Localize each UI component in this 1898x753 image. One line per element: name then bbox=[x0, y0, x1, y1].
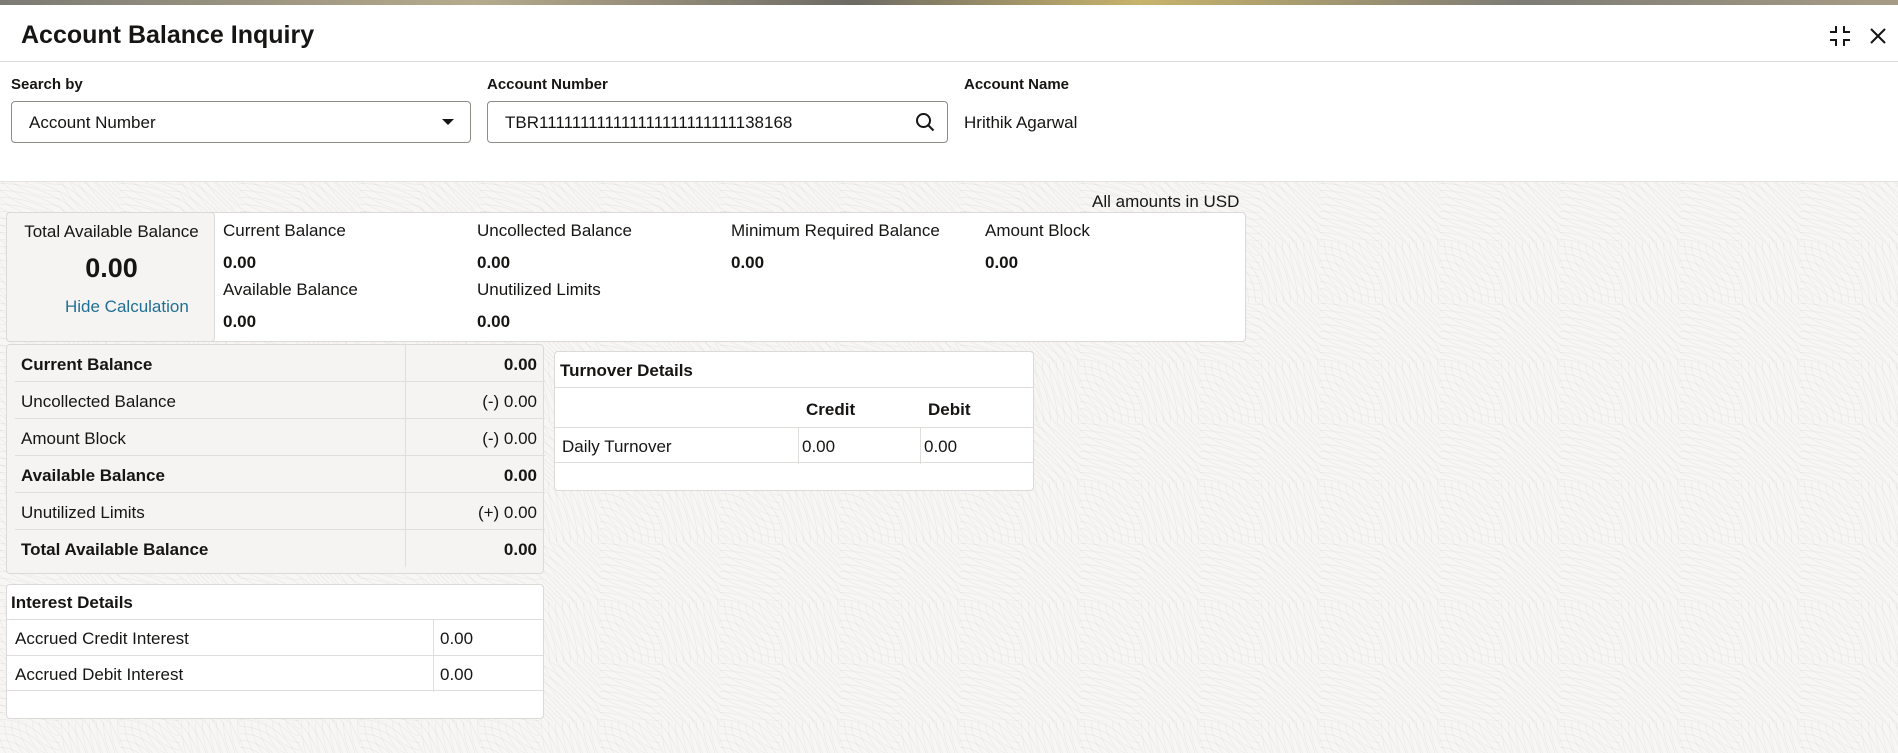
total-available-balance-value: 0.00 bbox=[85, 253, 138, 283]
search-by-value: Account Number bbox=[29, 113, 156, 132]
column-divider bbox=[405, 345, 406, 382]
summary-label: Amount Block bbox=[985, 221, 1090, 240]
table-row: Amount Block (-) 0.00 bbox=[15, 419, 545, 456]
table-row: Accrued Debit Interest 0.00 bbox=[7, 655, 543, 692]
column-header-debit: Debit bbox=[928, 400, 971, 419]
row-label: Accrued Credit Interest bbox=[15, 629, 189, 648]
column-divider bbox=[405, 456, 406, 493]
row-value: 0.00 bbox=[503, 355, 537, 374]
row-value: 0.00 bbox=[503, 466, 537, 485]
table-row: Current Balance 0.00 bbox=[15, 345, 545, 382]
account-name-value: Hrithik Agarwal bbox=[964, 113, 1078, 132]
row-label: Accrued Debit Interest bbox=[15, 665, 184, 684]
row-label: Current Balance bbox=[21, 355, 153, 374]
column-divider bbox=[433, 656, 434, 692]
summary-value: 0.00 bbox=[223, 253, 257, 272]
summary-label: Uncollected Balance bbox=[477, 221, 632, 240]
table-header-row: Credit Debit bbox=[555, 387, 1033, 427]
column-divider bbox=[405, 419, 406, 456]
summary-label: Current Balance bbox=[223, 221, 346, 240]
row-label: Unutilized Limits bbox=[21, 503, 145, 522]
row-value: 0.00 bbox=[503, 540, 537, 559]
search-by-label: Search by bbox=[11, 76, 83, 93]
row-value: (+) 0.00 bbox=[477, 503, 537, 522]
summary-value: 0.00 bbox=[477, 253, 511, 272]
table-row: Available Balance 0.00 bbox=[15, 456, 545, 493]
account-number-input[interactable]: TBR111111111111111111111111138168 bbox=[487, 101, 948, 143]
summary-value: 0.00 bbox=[985, 253, 1019, 272]
search-form: Search by Account Number Account Number … bbox=[0, 62, 1898, 182]
summary-label: Available Balance bbox=[223, 280, 358, 299]
turnover-details-title: Turnover Details bbox=[560, 361, 693, 380]
account-name-label: Account Name bbox=[964, 76, 1070, 93]
row-value: 0.00 bbox=[440, 629, 474, 648]
column-divider bbox=[433, 620, 434, 656]
account-number-label: Account Number bbox=[487, 76, 608, 93]
turnover-details-card: Turnover Details Credit Debit Daily Turn… bbox=[554, 351, 1034, 491]
total-available-balance-tile[interactable]: Total Available Balance 0.00 Hide Calcul… bbox=[6, 212, 215, 342]
table-row: Total Available Balance 0.00 bbox=[15, 530, 545, 567]
page-title: Account Balance Inquiry bbox=[21, 21, 315, 49]
row-value: 0.00 bbox=[440, 665, 474, 684]
search-icon[interactable] bbox=[913, 110, 937, 134]
hide-calculation-link[interactable]: Hide Calculation bbox=[65, 297, 189, 317]
row-label: Daily Turnover bbox=[562, 437, 672, 456]
column-divider bbox=[405, 530, 406, 567]
row-label: Amount Block bbox=[21, 429, 126, 448]
summary-value: 0.00 bbox=[731, 253, 765, 272]
row-value: (-) 0.00 bbox=[482, 429, 537, 448]
column-divider bbox=[405, 493, 406, 530]
column-divider bbox=[798, 428, 799, 464]
balance-calculation-table: Current Balance 0.00 Uncollected Balance… bbox=[6, 344, 545, 574]
debit-value: 0.00 bbox=[924, 437, 958, 456]
summary-label: Unutilized Limits bbox=[477, 280, 601, 299]
credit-value: 0.00 bbox=[802, 437, 836, 456]
table-row: Uncollected Balance (-) 0.00 bbox=[15, 382, 545, 419]
interest-details-card: Interest Details Accrued Credit Interest… bbox=[6, 584, 544, 719]
table-row: Unutilized Limits (+) 0.00 bbox=[15, 493, 545, 530]
table-row: Accrued Credit Interest 0.00 bbox=[7, 619, 543, 656]
row-label: Total Available Balance bbox=[21, 540, 209, 559]
row-label: Uncollected Balance bbox=[21, 392, 176, 411]
caret-down-icon bbox=[436, 110, 460, 134]
table-row: Daily Turnover 0.00 0.00 bbox=[555, 427, 1033, 464]
interest-details-title: Interest Details bbox=[11, 593, 133, 612]
close-icon[interactable] bbox=[1865, 23, 1891, 49]
total-available-balance-label: Total Available Balance bbox=[24, 222, 199, 241]
currency-note: All amounts in USD bbox=[1092, 192, 1240, 211]
column-divider bbox=[920, 428, 921, 464]
summary-label: Minimum Required Balance bbox=[731, 221, 940, 240]
row-value: (-) 0.00 bbox=[482, 392, 537, 411]
title-bar: Account Balance Inquiry bbox=[0, 5, 1898, 62]
account-number-value: TBR111111111111111111111111138168 bbox=[505, 113, 793, 132]
summary-value: 0.00 bbox=[223, 312, 257, 331]
search-by-select[interactable]: Account Number bbox=[11, 101, 471, 143]
collapse-icon[interactable] bbox=[1827, 23, 1853, 49]
summary-value: 0.00 bbox=[477, 312, 511, 331]
column-header-credit: Credit bbox=[806, 400, 856, 419]
column-divider bbox=[405, 382, 406, 419]
row-label: Available Balance bbox=[21, 466, 165, 485]
